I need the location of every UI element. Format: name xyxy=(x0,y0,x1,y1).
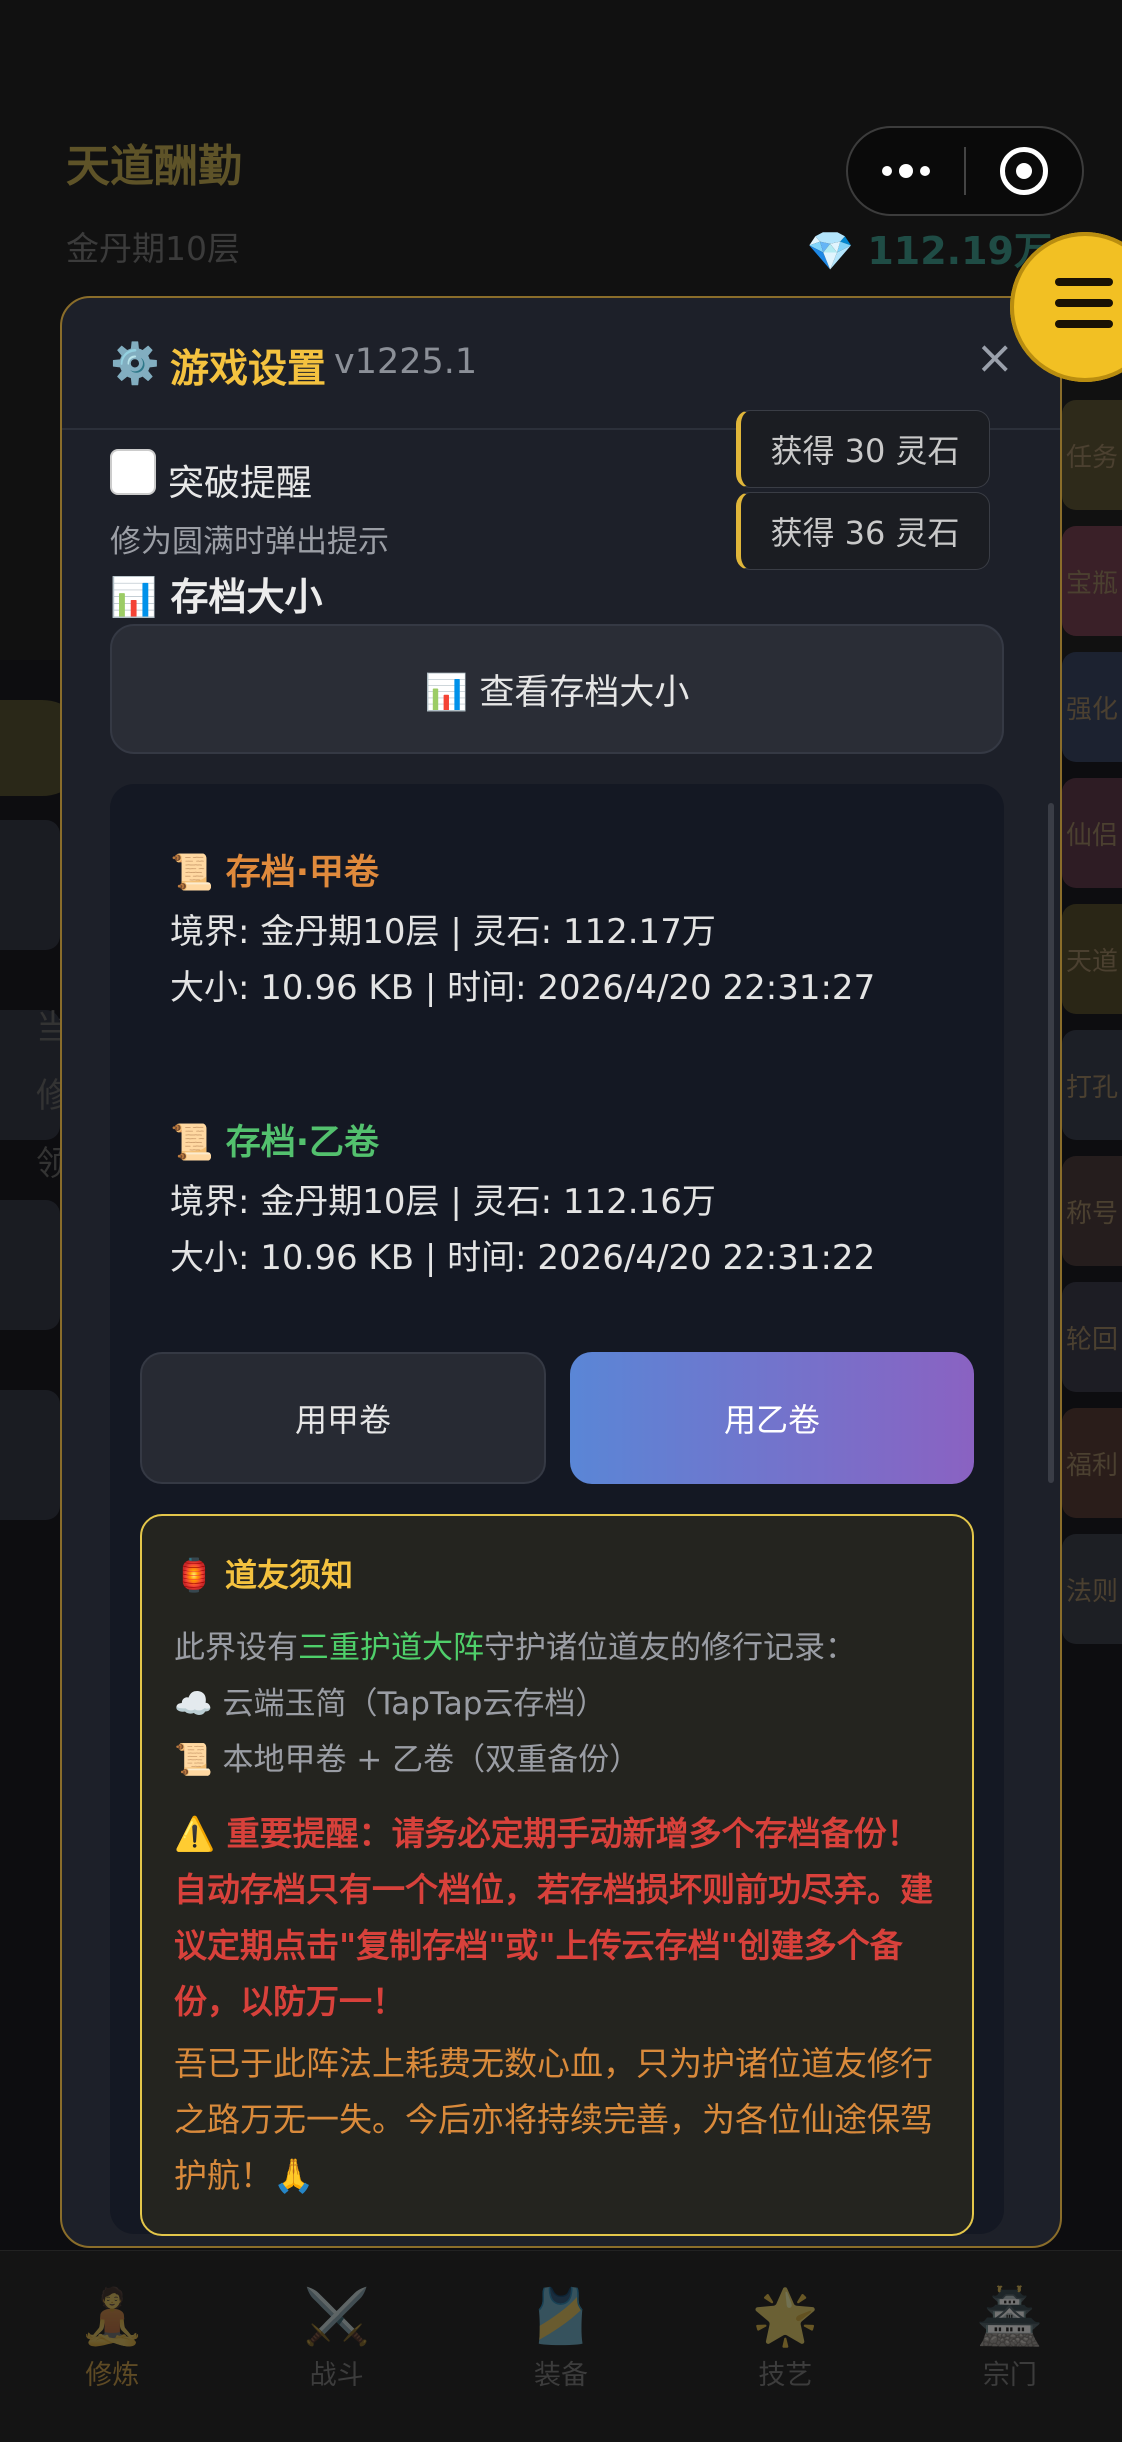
breakthrough-checkbox[interactable] xyxy=(110,449,156,495)
save-slot-a-info: 境界: 金丹期10层 | 灵石: 112.17万 xyxy=(170,912,716,952)
side-button-socket[interactable]: 打孔 xyxy=(1062,1030,1122,1140)
side-button-welfare[interactable]: 福利 xyxy=(1062,1408,1122,1518)
game-screen: 天道酬勤 金丹期10层 💎 112.19万 当 修 领 任务 宝瓶 强化 仙侣 … xyxy=(0,0,1122,2442)
more-menu-button[interactable] xyxy=(848,164,964,178)
use-save-a-button[interactable]: 用甲卷 xyxy=(140,1352,546,1484)
more-dot-icon xyxy=(899,164,913,178)
nav-item-equipment[interactable]: 🎽 装备 xyxy=(449,2251,673,2442)
reward-toast: 获得 36 灵石 xyxy=(736,492,990,570)
notice-title: 🏮 道友须知 xyxy=(174,1556,353,1594)
notice-box: 🏮 道友须知 此界设有三重护道大阵守护诸位道友的修行记录： ☁️ 云端玉简（Ta… xyxy=(140,1514,974,2236)
nav-label: 技艺 xyxy=(758,2360,813,2391)
notice-warning: ⚠️ 重要提醒：请务必定期手动新增多个存档备份！自动存档只有一个档位，若存档损坏… xyxy=(174,1814,933,2021)
side-button-heaven[interactable]: 天道 xyxy=(1062,904,1122,1014)
spirit-stone-count: 💎 112.19万 xyxy=(806,229,1052,273)
notice-intro: 此界设有三重护道大阵守护诸位道友的修行记录： xyxy=(174,1630,856,1666)
breakthrough-reminder-option[interactable]: 突破提醒 xyxy=(110,438,312,506)
save-slot-b-info: 境界: 金丹期10层 | 灵石: 112.16万 xyxy=(170,1182,716,1222)
save-size-section-title: 📊 存档大小 xyxy=(110,575,323,619)
bottom-nav: 🧘 修炼 ⚔️ 战斗 🎽 装备 🌟 技艺 🏯 宗门 xyxy=(0,2250,1122,2442)
player-title: 天道酬勤 xyxy=(66,141,242,192)
notice-item-cloud: ☁️ 云端玉简（TapTap云存档） xyxy=(174,1686,607,1722)
use-save-b-button[interactable]: 用乙卷 xyxy=(570,1352,974,1484)
side-button-task[interactable]: 任务 xyxy=(1062,400,1122,510)
meditation-icon: 🧘 xyxy=(78,2285,146,2348)
side-menu: 任务 宝瓶 强化 仙侣 天道 打孔 称号 轮回 福利 法则 xyxy=(1062,400,1122,1650)
background-cards xyxy=(0,820,60,1720)
more-dot-icon xyxy=(920,166,930,176)
exit-miniprogram-button[interactable] xyxy=(966,147,1082,195)
gear-icon: ⚙️ xyxy=(110,341,160,387)
nav-item-battle[interactable]: ⚔️ 战斗 xyxy=(224,2251,448,2442)
side-button-partner[interactable]: 仙侣 xyxy=(1062,778,1122,888)
notice-highlight: 三重护道大阵 xyxy=(298,1630,484,1666)
hamburger-icon xyxy=(1055,278,1113,341)
settings-dialog: ⚙️ 游戏设置 v1225.1 × 获得 30 灵石 获得 36 灵石 突破提醒… xyxy=(60,296,1062,2248)
version-label: v1225.1 xyxy=(334,342,478,382)
nav-item-sect[interactable]: 🏯 宗门 xyxy=(898,2251,1122,2442)
notice-item-local: 📜 本地甲卷 + 乙卷（双重备份） xyxy=(174,1742,641,1778)
background-card xyxy=(0,820,60,950)
nav-label: 宗门 xyxy=(982,2360,1037,2391)
breakthrough-description: 修为圆满时弹出提示 xyxy=(110,524,389,560)
more-dot-icon xyxy=(882,166,892,176)
reward-toast: 获得 30 灵石 xyxy=(736,410,990,488)
side-button-enhance[interactable]: 强化 xyxy=(1062,652,1122,762)
swords-icon: ⚔️ xyxy=(302,2285,371,2348)
vest-icon: 🎽 xyxy=(527,2285,595,2348)
save-slot-b-meta: 大小: 10.96 KB | 时间: 2026/4/20 22:31:22 xyxy=(170,1238,876,1278)
save-slots-panel: 📜 存档·甲卷 境界: 金丹期10层 | 灵石: 112.17万 大小: 10.… xyxy=(110,784,1004,2236)
star-icon: 🌟 xyxy=(751,2285,820,2348)
nav-label: 装备 xyxy=(534,2360,589,2391)
miniprogram-capsule xyxy=(846,126,1084,216)
side-button-law[interactable]: 法则 xyxy=(1062,1534,1122,1644)
nav-label: 修炼 xyxy=(85,2360,140,2391)
nav-item-cultivate[interactable]: 🧘 修炼 xyxy=(0,2251,224,2442)
close-icon[interactable]: × xyxy=(975,334,1014,380)
save-slot-a-title: 📜 存档·甲卷 xyxy=(170,853,380,893)
side-button-vase[interactable]: 宝瓶 xyxy=(1062,526,1122,636)
nav-item-skills[interactable]: 🌟 技艺 xyxy=(673,2251,897,2442)
nav-label: 战斗 xyxy=(309,2360,364,2391)
breakthrough-label: 突破提醒 xyxy=(168,463,313,504)
background-card xyxy=(0,1200,60,1330)
background-card xyxy=(0,1390,60,1520)
notice-blessing: 吾已于此阵法上耗费无数心血，只为护诸位道友修行之路万无一失。今后亦将持续完善，为… xyxy=(174,2044,933,2195)
side-button-title[interactable]: 称号 xyxy=(1062,1156,1122,1266)
pagoda-icon: 🏯 xyxy=(976,2285,1044,2348)
player-realm: 金丹期10层 xyxy=(66,229,240,268)
view-save-size-button[interactable]: 📊 查看存档大小 xyxy=(110,624,1004,754)
target-icon xyxy=(999,147,1048,195)
save-slot-b-title: 📜 存档·乙卷 xyxy=(170,1123,380,1163)
save-slot-a-meta: 大小: 10.96 KB | 时间: 2026/4/20 22:31:27 xyxy=(170,968,876,1008)
dialog-title: 游戏设置 xyxy=(170,347,327,392)
side-button-rebirth[interactable]: 轮回 xyxy=(1062,1282,1122,1392)
dialog-scrollbar[interactable] xyxy=(1048,803,1054,1483)
